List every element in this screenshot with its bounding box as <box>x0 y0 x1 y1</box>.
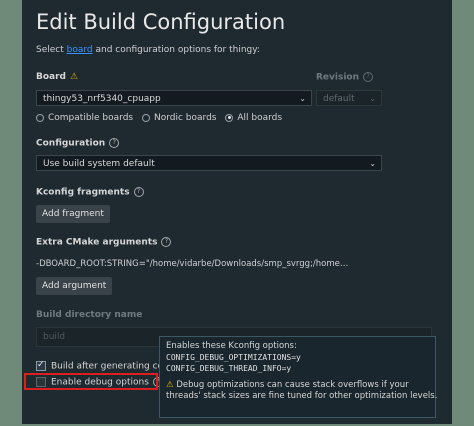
radio-label: Compatible boards <box>48 113 134 123</box>
configuration-label-text: Configuration <box>36 138 106 149</box>
tooltip-heading: Enables these Kconfig options: <box>166 341 297 351</box>
chevron-down-icon: ⌄ <box>299 94 306 103</box>
chevron-down-icon: ⌄ <box>369 159 376 168</box>
tooltip-warning-text: Debug optimizations can cause stack over… <box>176 380 409 390</box>
revision-select-value: default <box>323 94 355 104</box>
cmake-label: Extra CMake arguments? <box>36 237 172 248</box>
subtitle-prefix: Select <box>36 45 67 55</box>
add-argument-button[interactable]: Add argument <box>36 277 113 295</box>
revision-select: default ⌄ <box>316 90 382 106</box>
warning-icon: ⚠ <box>166 380 174 390</box>
radio-label: All boards <box>237 113 283 123</box>
page-subtitle: Select board and configuration options f… <box>36 45 260 55</box>
cmake-argument-value[interactable]: -DBOARD_ROOT:STRING="/home/vidarbe/Downl… <box>36 259 348 269</box>
subtitle-suffix: and configuration options for thingy: <box>92 45 260 55</box>
kconfig-label-text: Kconfig fragments <box>36 187 130 198</box>
help-icon[interactable]: ? <box>161 237 172 247</box>
checkbox[interactable] <box>36 360 46 371</box>
kconfig-label: Kconfig fragments? <box>36 187 144 198</box>
radio-button[interactable] <box>36 113 44 122</box>
board-select-value: thingy53_nrf5340_cpuapp <box>43 94 161 104</box>
checkbox-label: Build after generating con <box>51 361 169 372</box>
revision-label-text: Revision <box>316 72 360 83</box>
tooltip-warning-line: ⚠ Debug optimizations can cause stack ov… <box>166 380 429 391</box>
help-icon[interactable]: ? <box>109 138 120 148</box>
board-label: Board ⚠ <box>36 72 78 82</box>
radio-nordic-boards[interactable]: Nordic boards <box>141 113 217 123</box>
board-link[interactable]: board <box>67 45 93 55</box>
help-icon[interactable]: ? <box>133 187 144 197</box>
configuration-label: Configuration? <box>36 138 120 149</box>
cmake-label-text: Extra CMake arguments <box>36 237 158 248</box>
radio-button[interactable] <box>141 113 150 122</box>
add-fragment-button[interactable]: Add fragment <box>36 205 110 223</box>
configuration-select[interactable]: Use build system default ⌄ <box>36 155 382 171</box>
radio-button[interactable] <box>225 113 234 122</box>
debug-options-highlight <box>24 373 158 390</box>
configuration-select-value: Use build system default <box>43 159 155 169</box>
radio-all-boards[interactable]: All boards <box>225 113 282 123</box>
tooltip-warning-line-2: threads' stack sizes are fine tuned for … <box>166 391 438 401</box>
board-filter-radios: Compatible boards Nordic boards All boar… <box>36 113 288 123</box>
help-icon[interactable]: ? <box>363 72 374 82</box>
radio-label: Nordic boards <box>153 113 217 123</box>
revision-label: Revision? <box>316 72 374 83</box>
tooltip-option: CONFIG_DEBUG_THREAD_INFO=y <box>166 364 292 373</box>
board-select[interactable]: thingy53_nrf5340_cpuapp ⌄ <box>36 90 312 106</box>
tooltip-option: CONFIG_DEBUG_OPTIMIZATIONS=y <box>166 353 301 362</box>
debug-options-tooltip: Enables these Kconfig options: CONFIG_DE… <box>159 336 438 418</box>
radio-compatible-boards[interactable]: Compatible boards <box>36 113 133 123</box>
page-title: Edit Build Configuration <box>36 10 286 34</box>
chevron-down-icon: ⌄ <box>369 94 376 103</box>
board-label-text: Board <box>36 72 66 82</box>
build-after-generating-checkbox[interactable]: Build after generating con <box>36 360 169 372</box>
build-directory-label: Build directory name <box>36 310 143 320</box>
warning-icon: ⚠ <box>70 72 79 82</box>
